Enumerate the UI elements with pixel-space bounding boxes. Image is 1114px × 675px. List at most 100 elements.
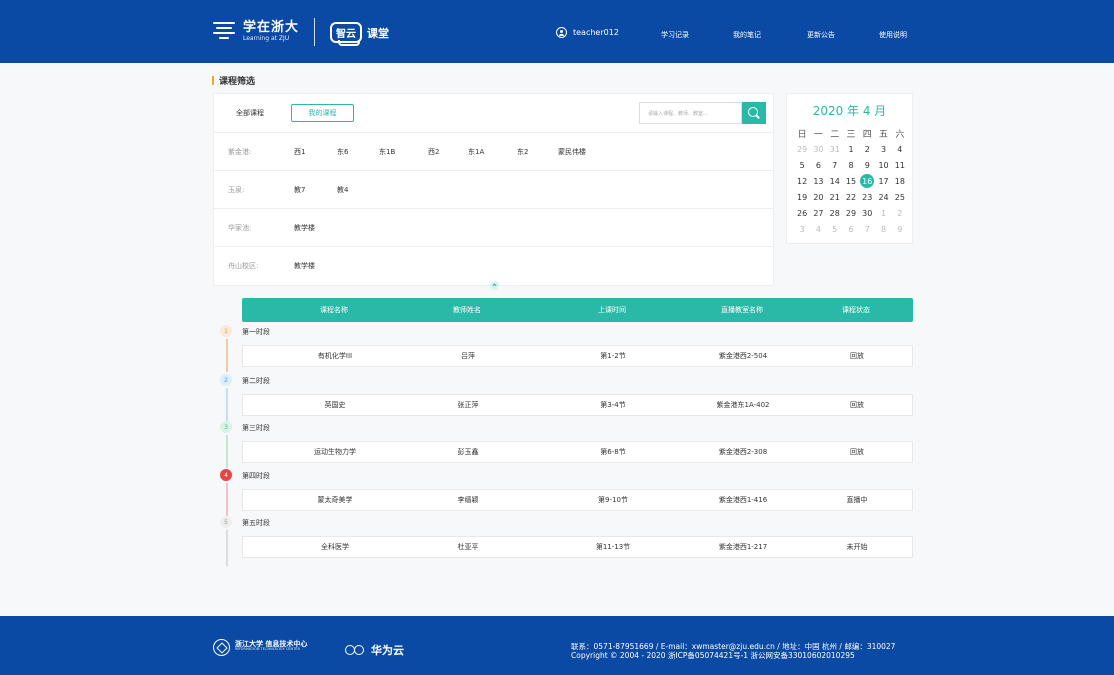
building-option[interactable]: 东1A: [468, 147, 484, 157]
calendar-day[interactable]: 3: [875, 145, 891, 154]
tab-my-courses[interactable]: 我的课程: [291, 104, 354, 122]
section-title: 课程筛选: [212, 74, 255, 87]
calendar-day[interactable]: 20: [810, 193, 826, 202]
filter-panel: 全部课程 我的课程 请输入课程、教师、教室... 紫金港: 西1 东6 东1B …: [213, 93, 774, 286]
calendar-day[interactable]: 4: [892, 145, 908, 154]
course-row[interactable]: 英国史 张正萍 第3-4节 紫金港东1A-402 回放: [242, 394, 913, 416]
calendar-week: 29 30 31 1 2 3 4: [794, 141, 908, 157]
campus-label: 舟山校区:: [228, 261, 259, 270]
calendar-day[interactable]: 8: [843, 161, 859, 170]
calendar-day[interactable]: 30: [810, 145, 826, 154]
calendar-day[interactable]: 28: [827, 209, 843, 218]
calendar-day[interactable]: 10: [875, 161, 891, 170]
building-option[interactable]: 西1: [294, 147, 305, 157]
period-label: 第四时段: [242, 472, 270, 480]
cell-status[interactable]: 回放: [850, 351, 864, 361]
course-table-header: 课程名称 教师姓名 上课时间 直播教室名称 课程状态: [242, 298, 913, 322]
calendar-day[interactable]: 7: [859, 225, 875, 234]
search-input[interactable]: 请输入课程、教师、教室...: [639, 102, 742, 124]
calendar-day[interactable]: 27: [810, 209, 826, 218]
nav-updates[interactable]: 更新公告: [807, 30, 835, 40]
cell-teacher: 彭玉鑫: [457, 448, 479, 456]
calendar-day[interactable]: 29: [843, 209, 859, 218]
footer-huawei-logo: 华为云: [345, 642, 404, 658]
calendar-weekday: 三: [846, 129, 856, 140]
building-option[interactable]: 东6: [337, 147, 348, 157]
calendar-day[interactable]: 2: [859, 145, 875, 154]
period-label: 第三时段: [242, 424, 270, 432]
building-option[interactable]: 教7: [294, 185, 305, 195]
cell-status[interactable]: 直播中: [847, 495, 868, 505]
calendar-day[interactable]: 6: [843, 225, 859, 234]
calendar-day[interactable]: 3: [794, 225, 810, 234]
cell-time: 第11-13节: [595, 543, 631, 551]
logo-divider: [314, 18, 315, 46]
cell-course-name: 蒙太奇美学: [317, 496, 353, 504]
nav-help[interactable]: 使用说明: [879, 30, 907, 40]
calendar-day[interactable]: 8: [875, 225, 891, 234]
building-option[interactable]: 教学楼: [294, 261, 315, 271]
building-option[interactable]: 教4: [337, 185, 348, 195]
calendar-day[interactable]: 19: [794, 193, 810, 202]
calendar-weekday: 日: [797, 129, 807, 140]
collapse-chevron-icon[interactable]: [490, 281, 499, 290]
calendar-day[interactable]: 7: [827, 161, 843, 170]
calendar-weekday: 六: [895, 129, 905, 140]
col-status: 课程状态: [842, 306, 870, 314]
nav-my-notes[interactable]: 我的笔记: [733, 30, 761, 40]
nav-study-records[interactable]: 学习记录: [661, 30, 689, 40]
calendar-day[interactable]: 31: [827, 145, 843, 154]
course-row[interactable]: 蒙太奇美学 李缙颖 第9-10节 紫金港西1-416 直播中: [242, 489, 913, 511]
calendar-day[interactable]: 6: [810, 161, 826, 170]
calendar-day[interactable]: 1: [843, 145, 859, 154]
calendar-day[interactable]: 14: [827, 177, 843, 186]
calendar-day[interactable]: 23: [859, 193, 875, 202]
calendar-day[interactable]: 9: [892, 225, 908, 234]
cell-classroom: 紫金港西2-308: [718, 448, 768, 456]
course-row[interactable]: 全科医学 杜亚平 第11-13节 紫金港西1-217 未开始: [242, 536, 913, 558]
user-menu[interactable]: teacher012: [556, 27, 619, 38]
course-row[interactable]: 运动生物力学 彭玉鑫 第6-8节 紫金港西2-308 回放: [242, 441, 913, 463]
cell-status[interactable]: 回放: [850, 400, 864, 410]
calendar-day[interactable]: 5: [827, 225, 843, 234]
calendar-day[interactable]: 15: [843, 177, 859, 186]
calendar-day[interactable]: 12: [794, 177, 810, 186]
calendar-day[interactable]: 22: [843, 193, 859, 202]
calendar-weekday: 二: [830, 129, 840, 140]
calendar-day[interactable]: 26: [794, 209, 810, 218]
building-option[interactable]: 东2: [517, 147, 528, 157]
calendar-day[interactable]: 30: [859, 209, 875, 218]
course-row[interactable]: 有机化学III 吕萍 第1-2节 紫金港西2-504 回放: [242, 345, 913, 367]
cell-course-name: 运动生物力学: [314, 448, 356, 456]
cell-classroom: 紫金港西1-217: [718, 543, 768, 551]
building-option[interactable]: 教学楼: [294, 223, 315, 233]
calendar-day[interactable]: 9: [859, 161, 875, 170]
calendar-day[interactable]: 11: [892, 161, 908, 170]
campus-label: 华家池:: [228, 223, 252, 232]
building-option[interactable]: 西2: [428, 147, 439, 157]
calendar-day[interactable]: 2: [892, 209, 908, 218]
calendar-day[interactable]: 17: [875, 177, 891, 186]
calendar-day[interactable]: 29: [794, 145, 810, 154]
cell-status[interactable]: 回放: [850, 447, 864, 457]
building-option[interactable]: 蒙民伟楼: [558, 147, 586, 157]
search-button[interactable]: [742, 102, 766, 124]
calendar-day[interactable]: 25: [892, 193, 908, 202]
zju-logo[interactable]: 学在浙大 Learning at ZJU: [213, 20, 299, 42]
calendar-day[interactable]: 21: [827, 193, 843, 202]
col-time: 上课时间: [598, 306, 626, 314]
zhiyun-logo[interactable]: 智云 课堂: [330, 22, 389, 46]
calendar-day-today[interactable]: 16: [859, 173, 875, 188]
calendar: 2020 年 4 月 日一二三四五六 29 30 31 1 2 3 4 5 6 7 8 9 10 11 12 1…: [786, 93, 913, 244]
calendar-day[interactable]: 18: [892, 177, 908, 186]
calendar-day[interactable]: 24: [875, 193, 891, 202]
calendar-day[interactable]: 1: [875, 209, 891, 218]
calendar-day[interactable]: 4: [810, 225, 826, 234]
tab-all-courses[interactable]: 全部课程: [236, 108, 264, 118]
period-label: 第二时段: [242, 377, 270, 385]
building-option[interactable]: 东1B: [379, 147, 395, 157]
calendar-day[interactable]: 5: [794, 161, 810, 170]
cell-status[interactable]: 未开始: [847, 542, 868, 552]
calendar-day[interactable]: 13: [810, 177, 826, 186]
calendar-week: 26 27 28 29 30 1 2: [794, 205, 908, 221]
